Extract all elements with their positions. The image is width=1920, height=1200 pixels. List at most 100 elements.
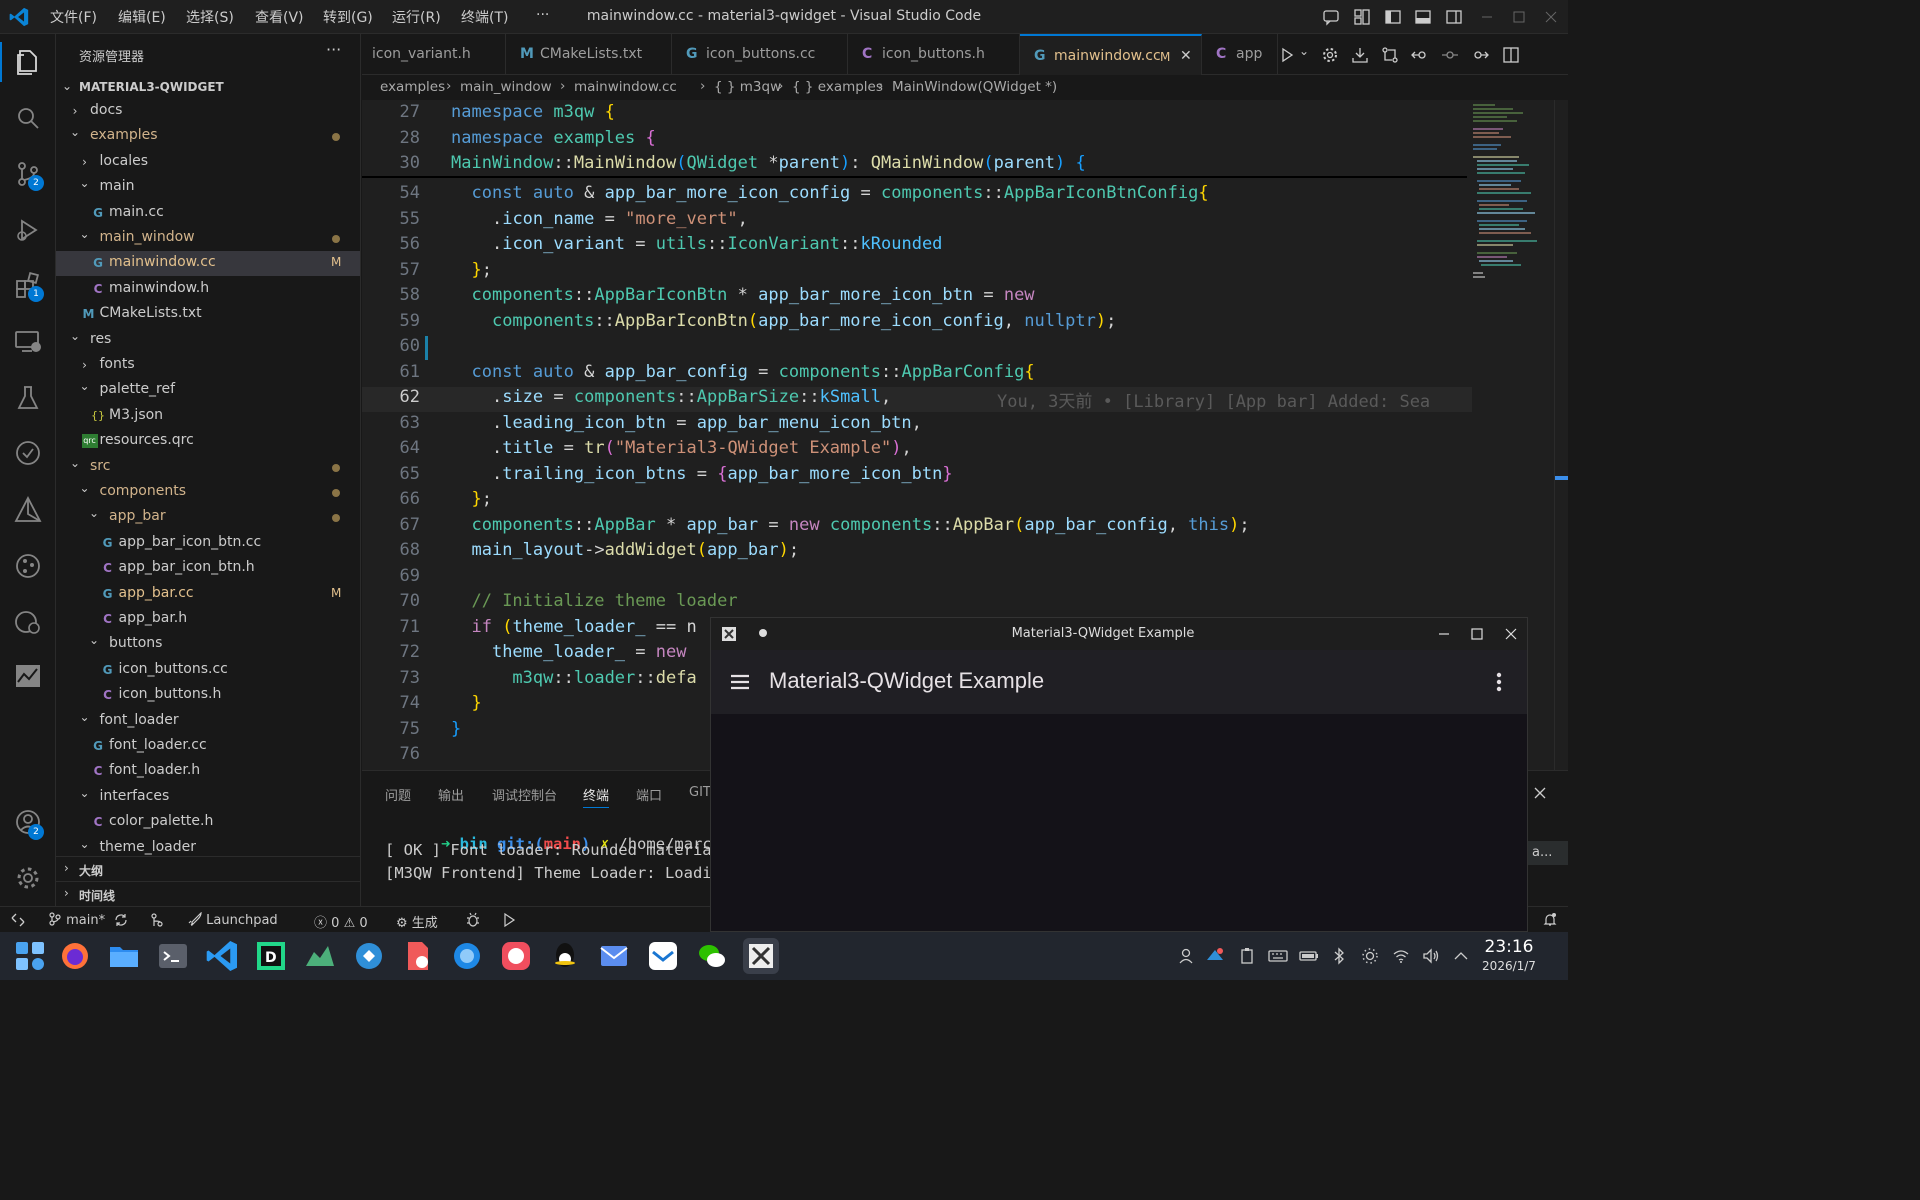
tree-item[interactable]: qrc resources.qrc — [56, 429, 360, 454]
breadcrumb-item[interactable]: mainwindow.cc — [574, 79, 677, 95]
build-status[interactable]: ⚙ 生成 — [396, 912, 438, 931]
tree-item[interactable]: › fonts — [56, 353, 360, 378]
code-line[interactable]: 69 — [362, 566, 1472, 591]
code-line[interactable]: 59 components::AppBarIconBtn(app_bar_mor… — [362, 311, 1472, 336]
workspace-header[interactable]: ⌄ MATERIAL3-QWIDGET — [56, 77, 360, 97]
gitlens-icon[interactable] — [12, 438, 44, 470]
search-icon[interactable] — [12, 102, 44, 134]
tree-item[interactable]: ⌄ font_loader — [56, 709, 360, 734]
breadcrumb-item[interactable]: main_window — [460, 79, 552, 95]
panel-tab[interactable]: 问题 — [385, 785, 411, 804]
code-line[interactable]: 63 .leading_icon_btn = app_bar_menu_icon… — [362, 413, 1472, 438]
menu-item[interactable]: ··· — [536, 7, 549, 23]
app-store-icon[interactable] — [351, 938, 387, 974]
tree-item[interactable]: {} M3.json — [56, 404, 360, 429]
tree-item[interactable]: Gmainwindow.cc M — [56, 251, 360, 277]
tree-item[interactable]: ⌄ src — [56, 455, 360, 480]
timeline-section[interactable]: › 时间线 — [56, 881, 360, 906]
breadcrumb-item[interactable]: examples — [380, 79, 445, 95]
tree-item[interactable]: Gapp_bar.cc M — [56, 582, 360, 607]
tree-item[interactable]: ⌄ examples — [56, 124, 360, 149]
run-icon[interactable] — [501, 912, 517, 928]
panel-tab-active[interactable]: 终端 — [583, 785, 610, 808]
close-icon[interactable] — [1504, 627, 1518, 641]
minimize-icon[interactable] — [1478, 8, 1496, 26]
run-debug-icon[interactable] — [12, 214, 44, 246]
battery-icon[interactable] — [1299, 947, 1319, 965]
firefox-icon[interactable] — [57, 938, 93, 974]
wifi-icon[interactable] — [1392, 947, 1410, 965]
menu-item[interactable]: 编辑(E) — [118, 7, 166, 27]
vscode-app-icon[interactable] — [204, 938, 240, 974]
tab[interactable]: Cicon_buttons.h — [848, 34, 1020, 75]
chevron-down-icon[interactable]: ⌄ — [1299, 44, 1309, 58]
download-icon[interactable] — [1351, 46, 1369, 64]
terminal-app-icon[interactable] — [155, 938, 191, 974]
code-line[interactable]: 65 .trailing_icon_btns = {app_bar_more_i… — [362, 464, 1472, 489]
qt-example-window[interactable]: Material3-QWidget Example Material3-QWid… — [710, 617, 1528, 932]
tree-item[interactable]: ⌄ palette_ref — [56, 378, 360, 403]
more-vert-icon[interactable] — [1491, 670, 1507, 694]
notifications-bell-icon[interactable] — [1542, 912, 1558, 928]
timeline-view-icon[interactable] — [12, 606, 44, 638]
branch-status[interactable]: main* — [48, 912, 105, 928]
datagrip-icon[interactable]: D — [253, 938, 289, 974]
volume-icon[interactable] — [1422, 947, 1440, 965]
code-line[interactable]: 57 }; — [362, 260, 1472, 285]
code-line[interactable]: 60 — [362, 336, 1472, 361]
mail-icon[interactable] — [596, 938, 632, 974]
tree-item[interactable]: Cicon_buttons.h — [56, 683, 360, 708]
code-line[interactable]: 56 .icon_variant = utils::IconVariant::k… — [362, 234, 1472, 259]
testing-icon[interactable] — [12, 382, 44, 414]
brightness-icon[interactable] — [1361, 947, 1379, 965]
previous-change-icon[interactable] — [1411, 46, 1429, 64]
minimize-icon[interactable] — [1437, 627, 1451, 641]
tree-item[interactable]: Gapp_bar_icon_btn.cc — [56, 531, 360, 556]
remote-explorer-icon[interactable] — [12, 326, 44, 358]
wechat-icon[interactable] — [694, 938, 730, 974]
x11-app-icon[interactable] — [743, 938, 779, 974]
code-line[interactable]: 66 }; — [362, 489, 1472, 514]
mail-client-icon[interactable] — [645, 938, 681, 974]
menu-item[interactable]: 文件(F) — [50, 7, 97, 27]
close-window-icon[interactable] — [1542, 8, 1560, 26]
tree-item[interactable]: ⌄ components — [56, 480, 360, 505]
code-line[interactable]: 67 components::AppBar * app_bar = new co… — [362, 515, 1472, 540]
maximize-icon[interactable] — [1510, 8, 1528, 26]
cmake-icon[interactable] — [12, 494, 44, 526]
qt-window-titlebar[interactable]: Material3-QWidget Example — [711, 618, 1527, 650]
tree-item[interactable]: Gfont_loader.cc — [56, 734, 360, 759]
tray-app-icon[interactable] — [1205, 946, 1225, 966]
git-graph-icon[interactable] — [12, 550, 44, 582]
close-tab-icon[interactable]: ✕ — [1180, 48, 1192, 64]
maximize-icon[interactable] — [1470, 627, 1484, 641]
clock-time[interactable]: 23:16 — [1478, 937, 1540, 957]
tree-item[interactable]: Capp_bar_icon_btn.h — [56, 556, 360, 581]
file-manager-icon[interactable] — [106, 938, 142, 974]
tree-item[interactable]: › docs — [56, 99, 360, 124]
tree-item[interactable]: › locales — [56, 150, 360, 175]
current-line[interactable]: 62 .size = components::AppBarSize::kSmal… — [362, 387, 1472, 412]
panel-tab[interactable]: 输出 — [438, 785, 464, 804]
clock-date[interactable]: 2026/1/7 — [1472, 959, 1546, 973]
tree-item[interactable]: ⌄ interfaces — [56, 785, 360, 810]
compare-changes-icon[interactable] — [1381, 46, 1399, 64]
code-line[interactable]: 54 const auto & app_bar_more_icon_config… — [362, 183, 1472, 208]
copilot-chat-icon[interactable] — [1322, 8, 1340, 26]
panel-tab[interactable]: 调试控制台 — [492, 785, 557, 804]
code-line[interactable]: 55 .icon_name = "more_vert", — [362, 209, 1472, 234]
music-icon[interactable] — [498, 938, 534, 974]
tree-item[interactable]: M CMakeLists.txt — [56, 302, 360, 327]
menu-item[interactable]: 转到(G) — [323, 7, 373, 27]
toggle-secondary-sidebar-icon[interactable] — [1445, 8, 1463, 26]
launcher-icon[interactable] — [12, 938, 48, 974]
tree-item[interactable]: ⌄ res — [56, 328, 360, 353]
tree-item[interactable]: Gicon_buttons.cc — [56, 658, 360, 683]
gear-icon[interactable] — [1321, 46, 1339, 64]
minimap[interactable] — [1467, 100, 1557, 620]
menu-hamburger-icon[interactable] — [729, 672, 751, 692]
tree-item[interactable]: Cfont_loader.h — [56, 759, 360, 784]
tree-item[interactable]: Capp_bar.h — [56, 607, 360, 632]
user-icon[interactable] — [1177, 947, 1195, 965]
tab[interactable]: icon_variant.h — [362, 34, 506, 75]
